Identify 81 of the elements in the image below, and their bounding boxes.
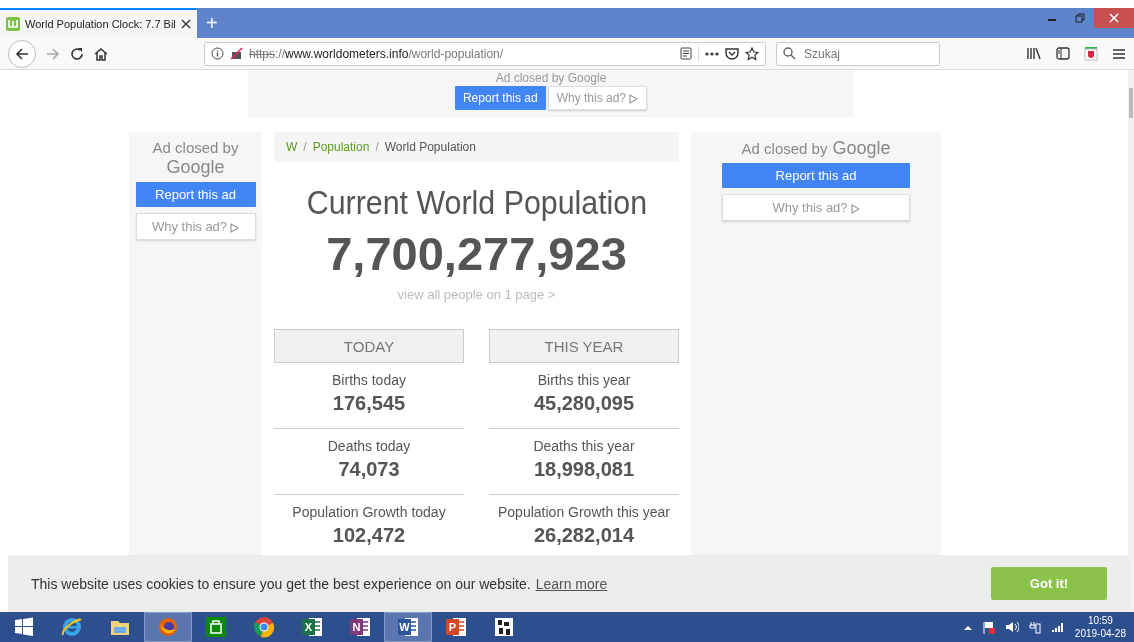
view-all-link[interactable]: view all people on 1 page >	[397, 287, 556, 302]
clock-date[interactable]: 2019-04-28	[1074, 627, 1126, 640]
report-ad-button[interactable]: Report this ad	[454, 86, 546, 110]
learn-more-link[interactable]: Learn more	[535, 575, 608, 592]
restore-icon[interactable]	[1075, 13, 1085, 23]
ad-closed-text: Ad closed by Google	[495, 70, 607, 86]
stat-value: 74,073	[338, 458, 400, 481]
why-this-ad-button[interactable]: Why this ad?	[135, 213, 256, 240]
search-input[interactable]: Szukaj	[802, 45, 926, 62]
back-arrow-icon	[15, 46, 29, 61]
taskbar-button[interactable]: N	[336, 612, 384, 642]
stat-value: 102,472	[332, 524, 406, 547]
taskbar-button[interactable]: P	[432, 612, 480, 642]
speaker-icon[interactable]	[1004, 621, 1019, 633]
ad-closed-text: Ad closed by	[152, 138, 239, 157]
breadcrumb-separator: /	[375, 140, 379, 154]
shield-icon[interactable]	[1084, 46, 1098, 61]
search-bar[interactable]: Szukaj	[776, 41, 940, 66]
play-triangle-icon	[230, 222, 240, 233]
play-triangle-icon	[850, 203, 860, 214]
scrollbar-thumb[interactable]	[1129, 88, 1133, 118]
cookie-message: This website uses cookies to ensure you get the best experience on our website.	[31, 575, 531, 592]
info-icon	[211, 47, 224, 60]
favicon-icon	[6, 17, 20, 31]
reader-view-icon[interactable]	[680, 47, 692, 60]
flag-icon[interactable]	[981, 620, 995, 634]
why-this-ad-button[interactable]: Why this ad?	[547, 86, 648, 110]
new-tab-button[interactable]: +	[196, 8, 227, 38]
browser-tab[interactable]: World Population Clock: 7.7 Bil	[0, 8, 197, 38]
ie-icon	[61, 616, 83, 638]
address-bar[interactable]: https://www.worldometers.info/world-population/	[204, 41, 766, 66]
pocket-icon[interactable]	[725, 47, 739, 60]
google-text: Google	[166, 157, 225, 178]
reload-icon[interactable]	[70, 46, 84, 61]
stat-heading: THIS YEAR	[489, 329, 679, 363]
page-title: Current World Population	[306, 184, 647, 222]
stat-heading: TODAY	[274, 329, 464, 363]
report-ad-button[interactable]: Report this ad	[722, 163, 910, 188]
google-text: Google	[832, 138, 891, 159]
grid-icon	[493, 616, 515, 638]
breadcrumb-current: World Population	[384, 140, 476, 154]
clock-time[interactable]: 10:59	[1087, 614, 1113, 627]
more-icon[interactable]	[705, 51, 719, 56]
breadcrumb-link[interactable]: W	[286, 140, 298, 154]
play-triangle-icon	[629, 93, 639, 104]
close-icon[interactable]	[180, 19, 191, 29]
windows-start-icon[interactable]	[14, 617, 34, 637]
why-this-ad-button[interactable]: Why this ad?	[722, 194, 910, 221]
taskbar-button[interactable]: X	[288, 612, 336, 642]
stat-value: 26,282,014	[533, 524, 635, 547]
stat-value: 176,545	[332, 392, 406, 415]
taskbar-button[interactable]: W	[384, 612, 432, 642]
sidebar-icon[interactable]	[1056, 47, 1070, 60]
stat-label: Deaths this year	[533, 438, 635, 454]
search-icon	[783, 47, 796, 60]
star-icon[interactable]	[745, 46, 759, 61]
got-it-button[interactable]: Got it!	[991, 567, 1107, 600]
stat-value: 45,280,095	[533, 392, 635, 415]
library-icon[interactable]	[1027, 47, 1042, 60]
breadcrumb-separator: /	[303, 140, 307, 154]
stat-label: Births today	[332, 372, 406, 388]
stat-label: Births this year	[537, 372, 631, 388]
stat-label: Population Growth this year	[498, 504, 670, 520]
store-icon	[205, 616, 227, 638]
broken-lock-icon	[230, 47, 243, 60]
back-button[interactable]	[8, 39, 36, 68]
chrome-icon	[253, 616, 275, 638]
chevron-up-icon[interactable]	[963, 624, 972, 630]
stat-label: Deaths today	[327, 438, 411, 454]
ad-closed-text: Ad closed by	[741, 139, 828, 158]
stat-value: 18,998,081	[533, 458, 635, 481]
menu-icon[interactable]	[1112, 47, 1126, 60]
signal-icon[interactable]	[1050, 622, 1065, 632]
close-window-button[interactable]	[1094, 8, 1134, 28]
population-counter: 7,700,277,923	[326, 226, 627, 281]
firefox-icon	[157, 616, 179, 638]
report-ad-button[interactable]: Report this ad	[135, 182, 256, 207]
close-icon	[1109, 13, 1119, 23]
home-icon[interactable]	[94, 46, 108, 61]
breadcrumb-link[interactable]: Population	[312, 140, 370, 154]
stat-label: Population Growth today	[292, 504, 446, 520]
